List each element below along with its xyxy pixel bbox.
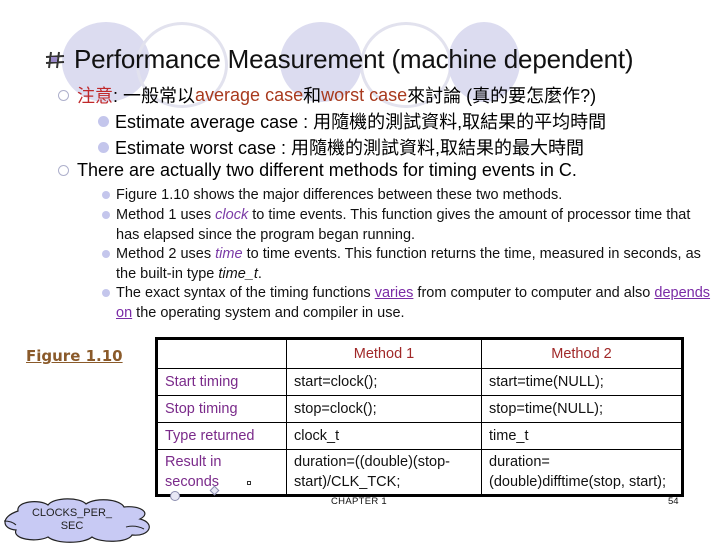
slide-title: Performance Measurement (machine depende… [74, 44, 634, 74]
figure-label[interactable]: Figure 1.10 [26, 347, 123, 365]
hash-bullet-icon [45, 51, 65, 68]
note-label: 注意 [77, 86, 113, 106]
bullet-text: Method 2 uses time to time events. This … [116, 245, 712, 284]
bullet-text: Estimate worst case : 用隨機的測試資料,取結果的最大時間 [115, 138, 585, 158]
table-cell: duration=(double)difftime(stop, start); [481, 449, 683, 496]
bullet-method-2: Method 2 uses time to time events. This … [102, 245, 712, 284]
ring-bullet-icon [58, 165, 69, 176]
row-header: Type returned [156, 422, 287, 450]
keyword-clock: clock [215, 207, 249, 223]
term-average-case: average case [195, 84, 304, 105]
bullet-text: Figure 1.10 shows the major differences … [116, 187, 563, 203]
slide-title-row: Performance Measurement (machine depende… [44, 44, 634, 75]
ring-bullet-icon [58, 89, 69, 101]
text-segment: the operating system and compiler in use… [132, 304, 405, 321]
keyword-time: time [215, 246, 243, 262]
table-header-row: Method 1 Method 2 [156, 338, 683, 369]
bullet-syntax-varies: The exact syntax of the timing functions… [102, 284, 712, 323]
dot-bullet-icon [102, 250, 110, 258]
text-segment: Method 1 uses [116, 207, 216, 223]
link-varies[interactable]: varies [375, 285, 414, 301]
bullet-two-methods: There are actually two different methods… [58, 160, 577, 181]
dot-bullet-icon [98, 115, 109, 127]
table-row: Start timing start=clock(); start=time(N… [156, 368, 683, 396]
row-header: Start timing [156, 368, 287, 396]
dot-bullet-icon [102, 191, 110, 199]
row-header: Stop timing [156, 395, 287, 423]
bullet-text: Estimate average case : 用隨機的測試資料,取結果的平均時… [115, 112, 607, 132]
bullet-estimate-average: Estimate average case : 用隨機的測試資料,取結果的平均時… [98, 108, 606, 134]
note-text: : 一般常以 [113, 86, 196, 106]
dot-bullet-icon [98, 141, 109, 153]
callout-tail-circle [170, 491, 180, 501]
table-row: Stop timing stop=clock(); stop=time(NULL… [156, 395, 683, 423]
bullet-figure-ref: Figure 1.10 shows the major differences … [102, 186, 712, 206]
table-cell: start=time(NULL); [481, 368, 683, 396]
text-segment: Method 2 uses [116, 246, 216, 262]
bullet-text: Method 1 uses clock to time events. This… [116, 206, 712, 245]
bullet-method-1: Method 1 uses clock to time events. This… [102, 206, 712, 245]
table-header-cell [156, 338, 287, 369]
keyword-time-t: time_t [218, 265, 258, 282]
dot-bullet-icon [102, 211, 110, 219]
table-cell: start=clock(); [286, 368, 482, 396]
bullet-note: 注意: 一般常以 average case 和 worst case 來討論 (… [58, 82, 596, 108]
table-row: Result in seconds duration=((double)(sto… [156, 449, 683, 496]
cloud-callout-text: CLOCKS_PER_ SEC [31, 507, 113, 532]
bullet-text: The exact syntax of the timing functions… [116, 284, 712, 323]
note-text: 來討論 (真的要怎麼作?) [407, 86, 597, 106]
row-header: Result in seconds [156, 449, 287, 496]
table-cell: duration=((double)(stop-start)/CLK_TCK; [286, 449, 482, 496]
table-cell: clock_t [286, 422, 482, 450]
table-cell: stop=clock(); [286, 395, 482, 423]
table-header-method-1: Method 1 [286, 338, 482, 369]
table-header-method-2: Method 2 [481, 338, 683, 369]
dot-bullet-icon [102, 289, 110, 297]
footer-chapter: CHAPTER 1 [331, 496, 388, 507]
text-segment: The exact syntax of the timing functions [116, 285, 375, 301]
table-row: Type returned clock_t time_t [156, 422, 683, 450]
footer-page-number: 54 [668, 496, 679, 507]
anchor-dot [247, 481, 251, 485]
term-worst-case: worst case [321, 84, 408, 105]
bullet-estimate-worst: Estimate worst case : 用隨機的測試資料,取結果的最大時間 [98, 134, 584, 160]
table-cell: stop=time(NULL); [481, 395, 683, 423]
table-cell: time_t [481, 422, 683, 450]
text-segment: from computer to computer and also [413, 285, 655, 301]
timing-methods-table: Method 1 Method 2 Start timing start=clo… [155, 337, 684, 497]
text-segment: . [257, 265, 262, 282]
bullet-text: There are actually two different methods… [77, 160, 577, 180]
note-text: 和 [303, 86, 322, 106]
